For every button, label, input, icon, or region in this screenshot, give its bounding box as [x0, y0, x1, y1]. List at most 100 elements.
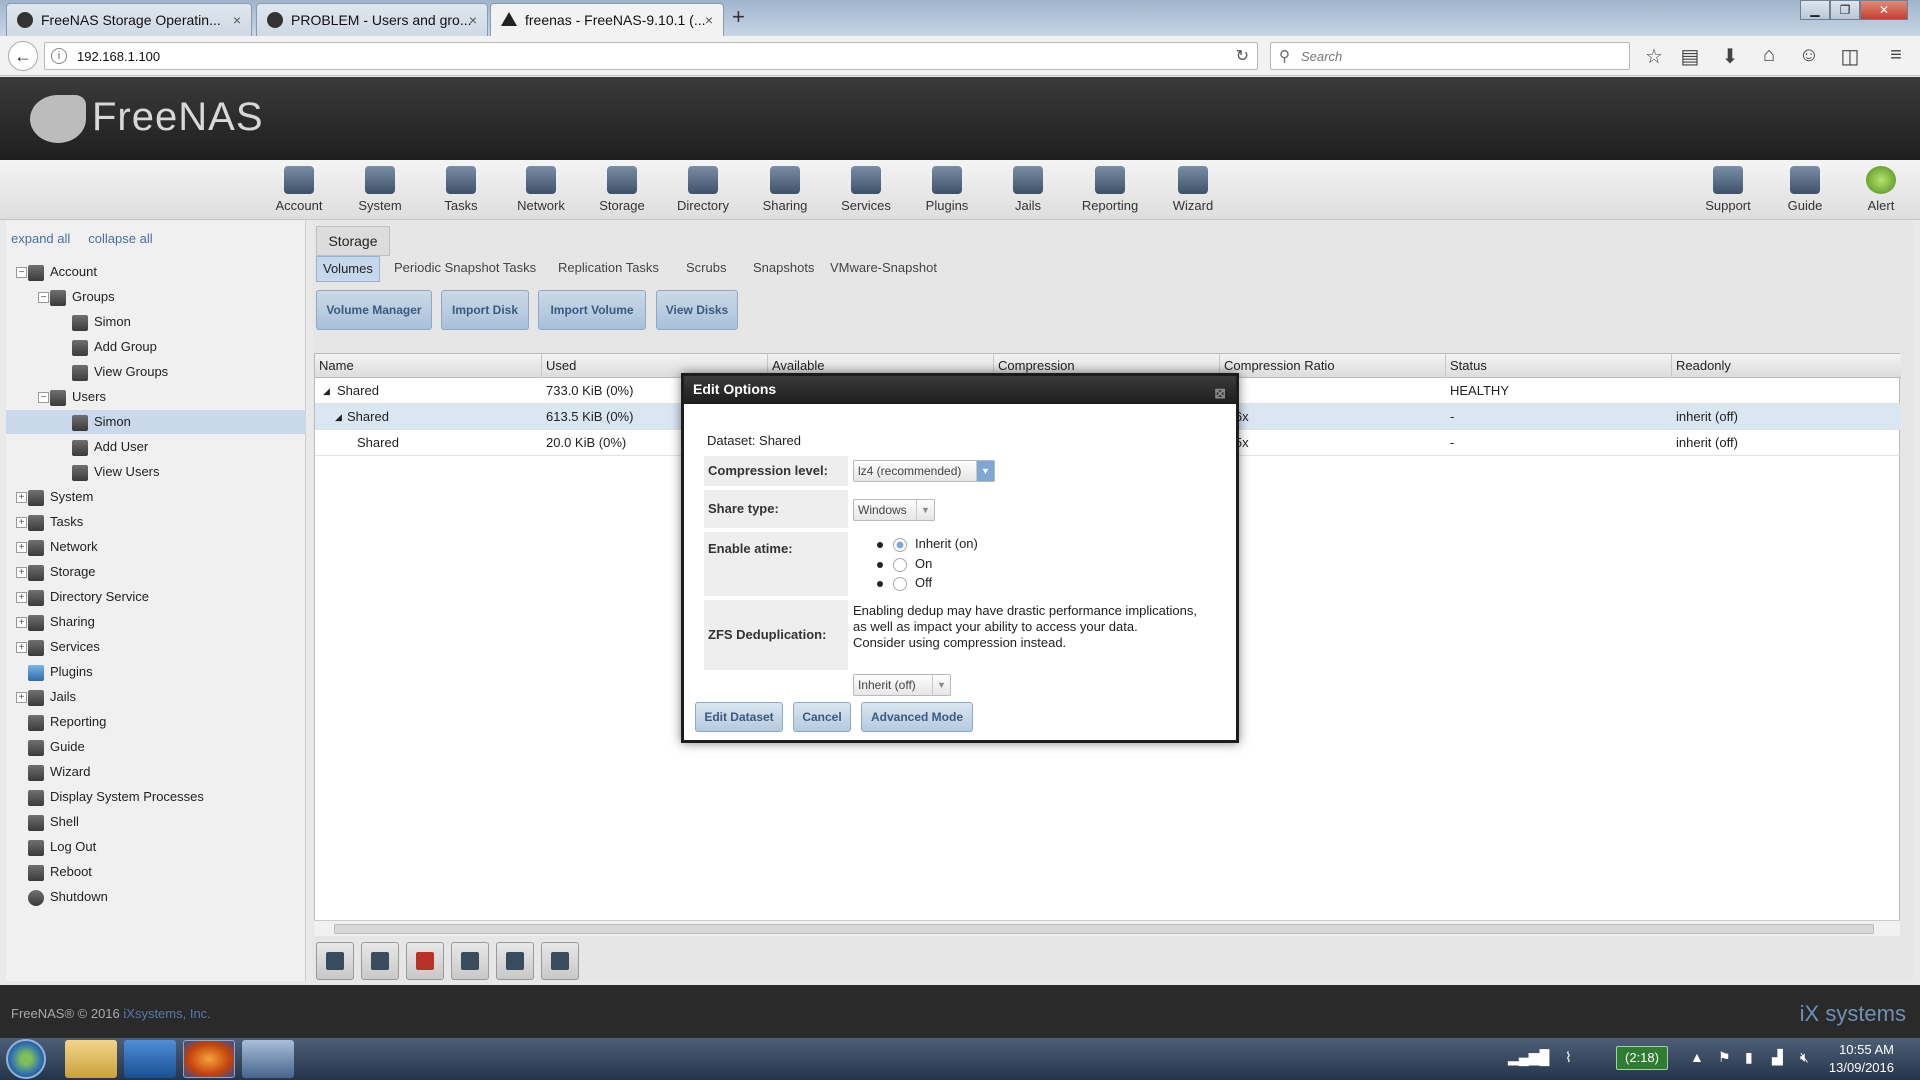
menu-support[interactable]: Support — [1693, 166, 1763, 213]
menu-tasks[interactable]: Tasks — [426, 166, 496, 213]
row-expander-icon[interactable]: ◢ — [331, 404, 342, 430]
tree-item-view-users[interactable]: View Users — [72, 460, 160, 484]
compression-level-select[interactable]: lz4 (recommended) ▼ — [853, 460, 995, 482]
volume-muted-icon[interactable]: 🔇︎ — [1800, 1049, 1809, 1066]
menu-plugins[interactable]: Plugins — [912, 166, 982, 213]
subtab-scrubs[interactable]: Scrubs — [680, 256, 732, 282]
subtab-replication-tasks[interactable]: Replication Tasks — [552, 256, 665, 282]
radio-unchecked-icon[interactable] — [893, 576, 907, 591]
menu-reporting[interactable]: Reporting — [1075, 166, 1145, 213]
search-input[interactable]: ⚲ Search — [1270, 42, 1630, 70]
battery-icon[interactable]: ▮ — [1745, 1049, 1753, 1066]
tree-item-display-system-processes[interactable]: Display System Processes — [28, 785, 204, 809]
hamburger-menu-icon[interactable]: ≡ — [1884, 44, 1908, 67]
tree-item-view-groups[interactable]: View Groups — [72, 360, 168, 384]
tree-item-system[interactable]: + System — [16, 485, 93, 509]
tree-item-directory-service[interactable]: + Directory Service — [16, 585, 149, 609]
expand-toggle-icon[interactable]: + — [16, 567, 27, 578]
menu-storage[interactable]: Storage — [587, 166, 657, 213]
system-clock[interactable]: 10:55 AM 13/09/2016 — [1829, 1041, 1894, 1077]
create-snapshot-button[interactable] — [541, 942, 579, 980]
show-hidden-icons[interactable]: ▲ — [1690, 1049, 1704, 1065]
freenas-logo[interactable]: FreeNAS — [30, 95, 264, 144]
download-icon[interactable]: ⬇ — [1718, 44, 1742, 69]
battery-indicator[interactable]: (2:18) — [1616, 1046, 1668, 1070]
tree-item-add-group[interactable]: Add Group — [72, 335, 157, 359]
home-icon[interactable]: ⌂ — [1757, 44, 1781, 67]
edit-options-button[interactable] — [451, 942, 489, 980]
virtualbox-icon[interactable] — [242, 1040, 294, 1078]
tree-item-tasks[interactable]: + Tasks — [16, 510, 83, 534]
col-name[interactable]: Name — [315, 354, 542, 378]
tree-item-shell[interactable]: Shell — [28, 810, 79, 834]
detach-volume-button[interactable] — [316, 942, 354, 980]
close-window-button[interactable]: ✕ — [1860, 0, 1908, 20]
menu-system[interactable]: System — [345, 166, 415, 213]
dedup-select[interactable]: Inherit (off) ▼ — [853, 674, 951, 696]
radio-checked-icon[interactable] — [893, 537, 907, 552]
edit-dataset-button[interactable]: Edit Dataset — [695, 702, 783, 732]
tree-item-jails[interactable]: + Jails — [16, 685, 76, 709]
bookmark-star-icon[interactable]: ☆ — [1642, 44, 1666, 69]
browser-tab[interactable]: FreeNAS Storage Operatin... × — [6, 3, 252, 36]
atime-option-inherit[interactable]: Inherit (on) — [877, 536, 978, 552]
new-tab-button[interactable]: + — [732, 4, 745, 30]
network-signal-icon[interactable]: ▂▄▆█ — [1508, 1049, 1549, 1066]
tab-storage[interactable]: Storage — [316, 226, 390, 256]
create-zvol-button[interactable] — [496, 942, 534, 980]
action-center-flag-icon[interactable]: ⚑ — [1718, 1049, 1731, 1066]
subtab-volumes[interactable]: Volumes — [316, 256, 380, 282]
subtab-vmware-snapshot[interactable]: VMware-Snapshot — [824, 256, 943, 282]
tree-item-user-simon[interactable]: Simon — [6, 410, 306, 434]
menu-directory[interactable]: Directory — [668, 166, 738, 213]
volume-manager-button[interactable]: Volume Manager — [316, 290, 432, 330]
expand-toggle-icon[interactable]: + — [16, 642, 27, 653]
cancel-button[interactable]: Cancel — [793, 702, 851, 732]
tree-item-add-user[interactable]: Add User — [72, 435, 148, 459]
pocket-icon[interactable]: ◫ — [1838, 44, 1862, 69]
tree-item-sharing[interactable]: + Sharing — [16, 610, 95, 634]
collapse-all-link[interactable]: collapse all — [88, 231, 152, 246]
start-button-icon[interactable] — [6, 1039, 46, 1079]
tree-item-log-out[interactable]: Log Out — [28, 835, 96, 859]
expand-toggle-icon[interactable]: + — [16, 692, 27, 703]
collapse-toggle-icon[interactable]: − — [38, 392, 49, 403]
menu-services[interactable]: Services — [831, 166, 901, 213]
tree-item-reboot[interactable]: Reboot — [28, 860, 92, 884]
expand-all-link[interactable]: expand all — [11, 231, 70, 246]
tree-item-shutdown[interactable]: Shutdown — [28, 885, 108, 909]
atime-option-off[interactable]: Off — [877, 575, 932, 591]
tree-item-wizard[interactable]: Wizard — [28, 760, 90, 784]
menu-network[interactable]: Network — [506, 166, 576, 213]
menu-sharing[interactable]: Sharing — [750, 166, 820, 213]
row-expander-icon[interactable]: ◢ — [319, 378, 330, 404]
file-explorer-icon[interactable] — [65, 1040, 117, 1078]
menu-account[interactable]: Account — [264, 166, 334, 213]
expand-toggle-icon[interactable]: + — [16, 592, 27, 603]
tree-item-network[interactable]: + Network — [16, 535, 98, 559]
expand-toggle-icon[interactable]: + — [16, 617, 27, 628]
col-status[interactable]: Status — [1446, 354, 1672, 378]
tree-item-reporting[interactable]: Reporting — [28, 710, 106, 734]
close-tab-icon[interactable]: × — [705, 4, 713, 36]
browser-tab[interactable]: PROBLEM - Users and gro... × — [256, 3, 488, 36]
tree-item-group-simon[interactable]: Simon — [72, 310, 131, 334]
menu-jails[interactable]: Jails — [993, 166, 1063, 213]
chat-icon[interactable]: ☺ — [1797, 44, 1821, 67]
close-dialog-icon[interactable]: ⊠ — [1214, 380, 1226, 406]
advanced-mode-button[interactable]: Advanced Mode — [861, 702, 973, 732]
minimize-window-button[interactable]: ▁ — [1800, 0, 1830, 20]
scrollbar-thumb[interactable] — [334, 924, 1874, 934]
collapse-toggle-icon[interactable]: − — [16, 267, 27, 278]
tree-item-guide[interactable]: Guide — [28, 735, 85, 759]
collapse-toggle-icon[interactable]: − — [38, 292, 49, 303]
firefox-icon[interactable] — [183, 1040, 235, 1078]
menu-alert[interactable]: Alert — [1846, 166, 1916, 213]
reload-icon[interactable]: ↻ — [1236, 46, 1249, 66]
expand-toggle-icon[interactable]: + — [16, 517, 27, 528]
import-disk-button[interactable]: Import Disk — [441, 290, 529, 330]
tree-item-services[interactable]: + Services — [16, 635, 100, 659]
col-compression-ratio[interactable]: Compression Ratio — [1220, 354, 1446, 378]
atime-option-on[interactable]: On — [877, 556, 932, 572]
wireless-icon[interactable]: ⌇ — [1565, 1049, 1572, 1066]
